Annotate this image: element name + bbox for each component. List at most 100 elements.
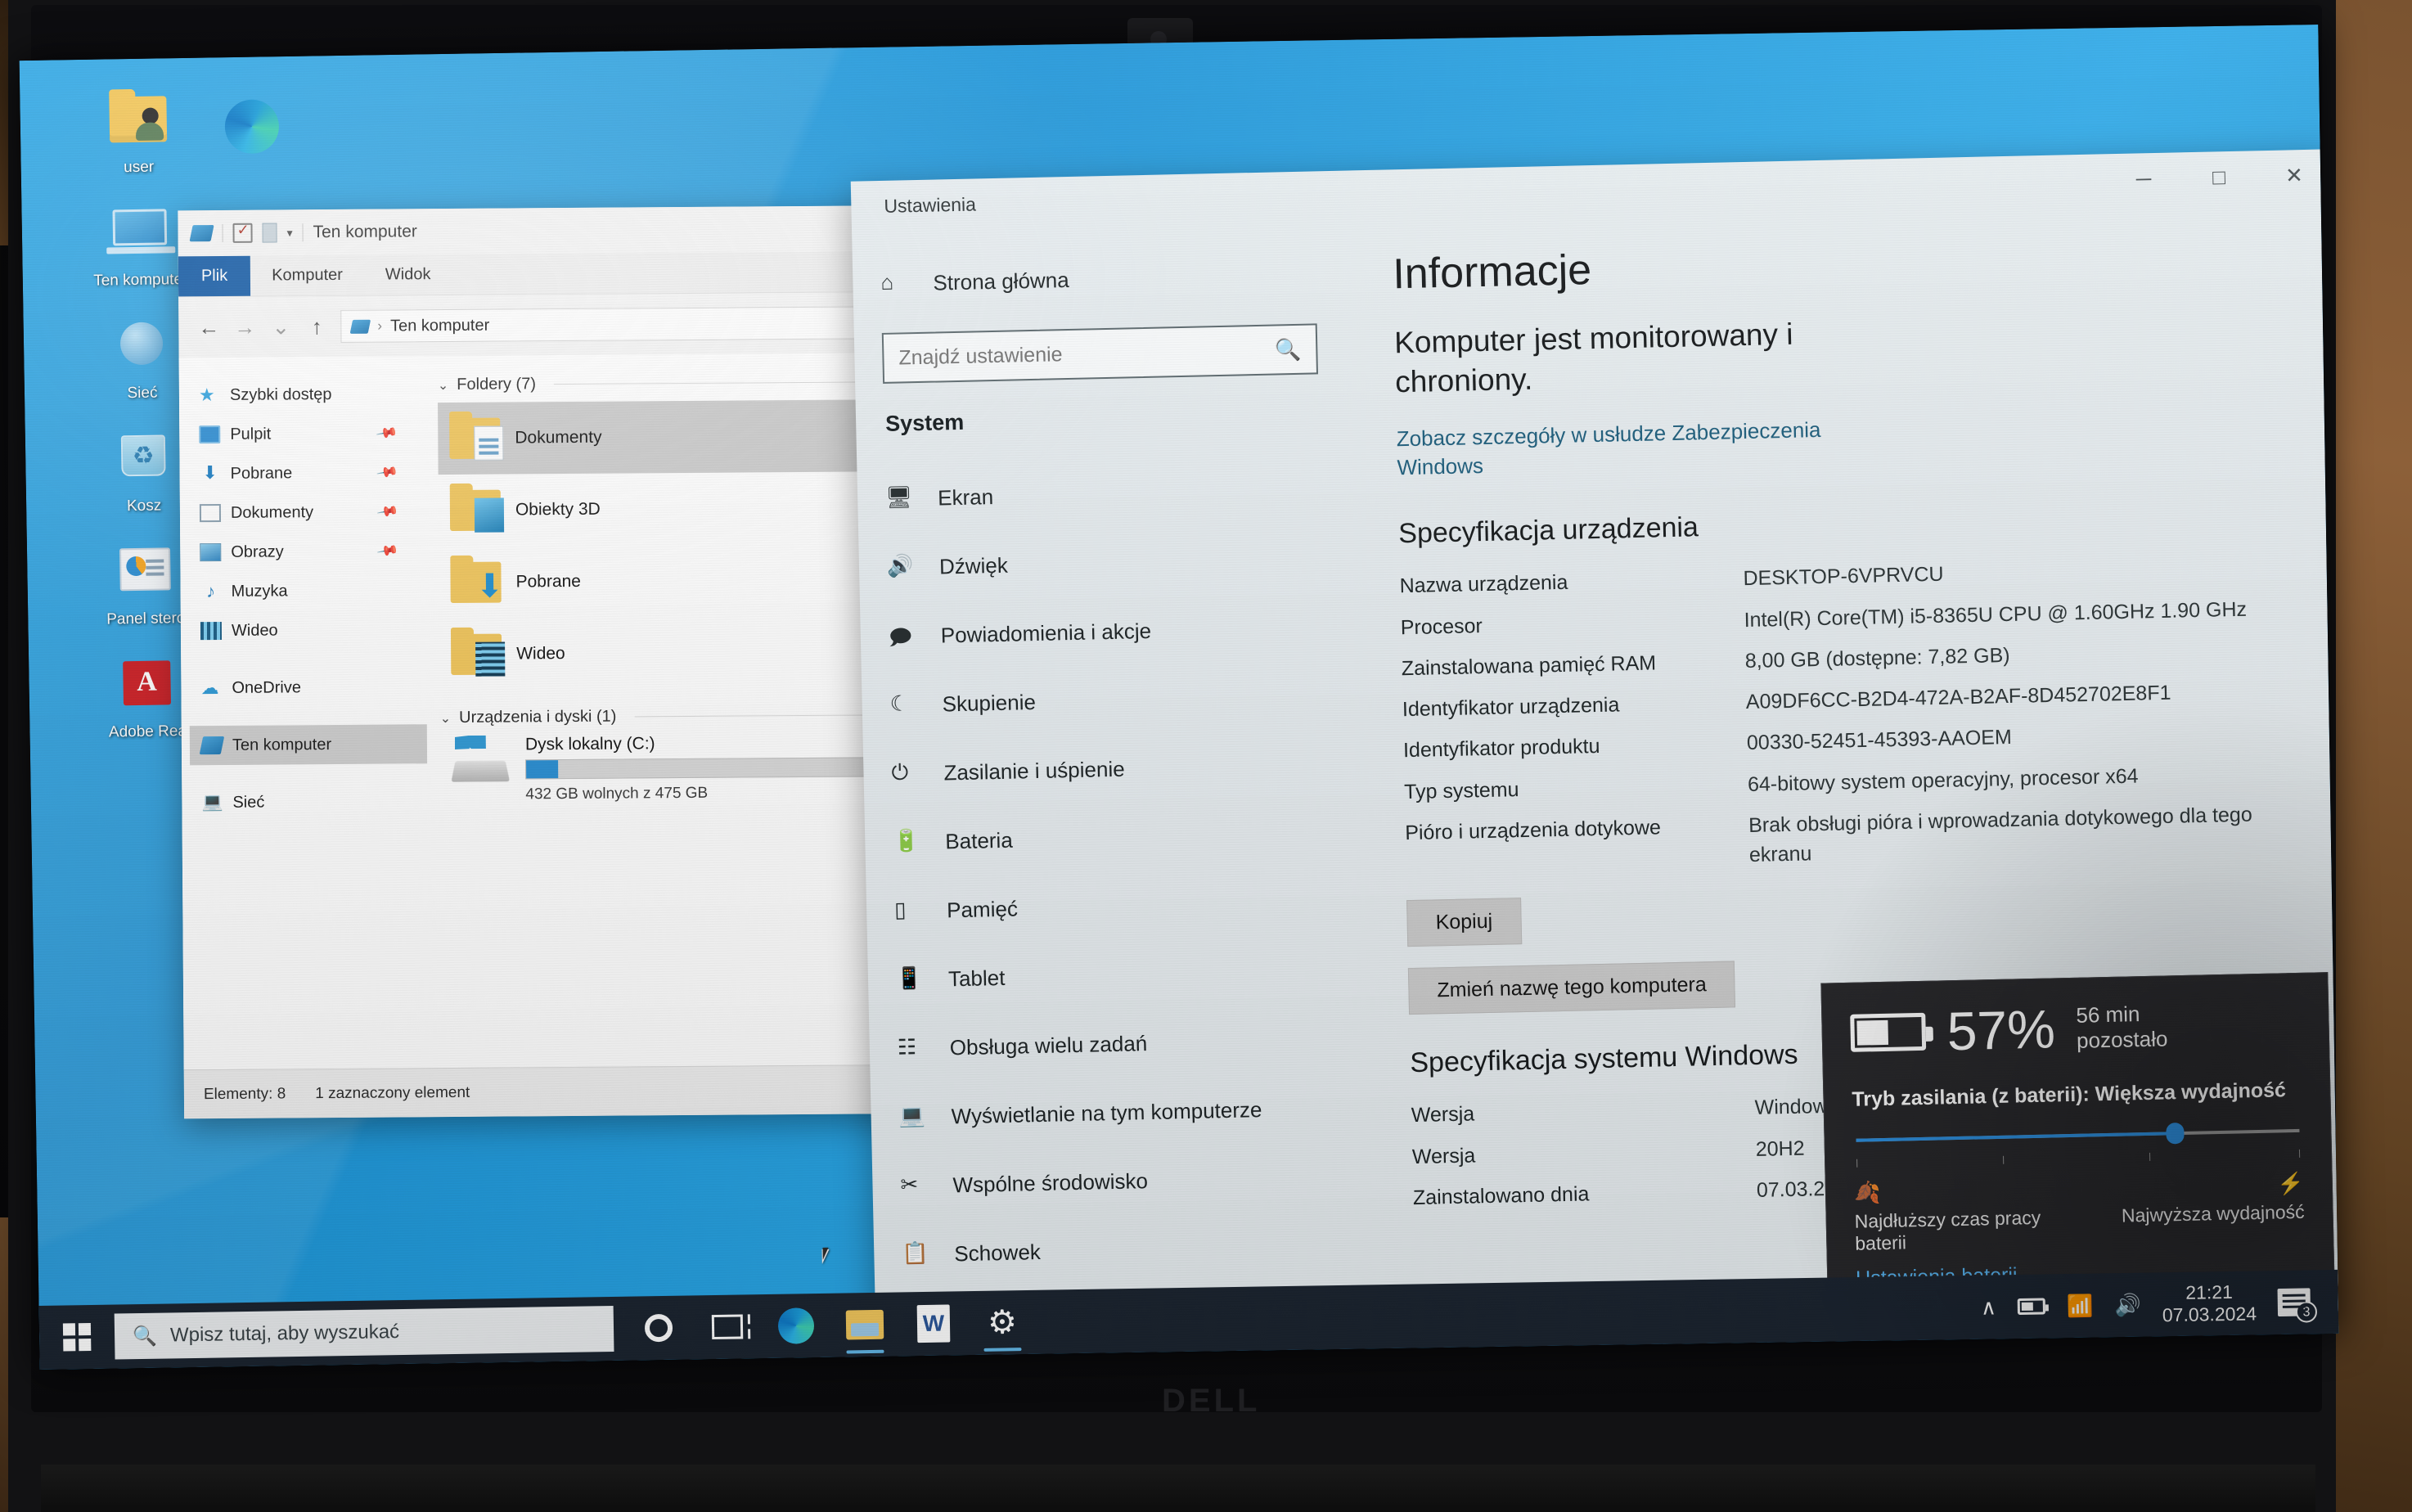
display-icon: 🖥 — [884, 484, 913, 510]
wifi-icon[interactable]: 📶 — [2067, 1293, 2094, 1319]
file-explorer-window[interactable]: ▾ Ten komputer Plik Komputer Widok ← → ⌄… — [178, 205, 905, 1119]
folder-icon — [449, 417, 504, 461]
tree-item-label: Muzyka — [231, 581, 288, 601]
spec-value: A09DF6CC-B2D4-472A-B2AF-8D452702E8F1 — [1745, 681, 2171, 714]
recent-locations-button[interactable]: ⌄ — [268, 314, 293, 340]
minimize-button[interactable]: ─ — [2105, 152, 2181, 205]
this-pc-icon — [199, 736, 225, 755]
search-input[interactable] — [898, 338, 1276, 371]
cortana-button[interactable] — [628, 1296, 689, 1361]
up-button[interactable]: ↑ — [304, 314, 329, 340]
multitasking-icon: ☷ — [897, 1034, 917, 1060]
tab-widok[interactable]: Widok — [364, 254, 452, 295]
tree-item-downloads[interactable]: ⬇ Pobrane 📌 — [187, 452, 425, 493]
protection-status-heading: Komputer jest monitorowany i chroniony. — [1393, 317, 1793, 399]
sidebar-item-label: Wspólne środowisko — [952, 1168, 1149, 1197]
tree-item-this-pc[interactable]: Ten komputer — [189, 724, 428, 766]
sidebar-item-obsluga-wielu-zadan[interactable]: ☷ Obsługa wielu zadań — [897, 1005, 1334, 1083]
tab-plik[interactable]: Plik — [178, 255, 251, 297]
sidebar-item-label: Schowek — [954, 1239, 1042, 1266]
settings-search[interactable]: 🔍 — [881, 323, 1319, 384]
tree-item-desktop[interactable]: Pulpit 📌 — [187, 413, 425, 454]
local-disk-icon — [451, 736, 511, 782]
back-button[interactable]: ← — [196, 314, 221, 340]
sidebar-item-ekran[interactable]: 🖥 Ekran — [884, 455, 1321, 533]
spec-row: Zainstalowana pamięć RAM 8,00 GB (dostęp… — [1401, 634, 2293, 683]
word-button[interactable] — [902, 1291, 964, 1356]
sidebar-item-wspolne-srodowisko[interactable]: ✂ Wspólne środowisko — [900, 1142, 1337, 1221]
tree-item-pictures[interactable]: Obrazy 📌 — [188, 531, 425, 572]
list-item[interactable]: Wideo — [439, 615, 880, 691]
desktop-icon — [199, 425, 221, 444]
list-item-label: Dokumenty — [515, 427, 602, 448]
copy-button[interactable]: Kopiuj — [1406, 898, 1522, 947]
power-mode-slider[interactable] — [1856, 1120, 2300, 1151]
home-icon: ⌂ — [880, 269, 894, 295]
action-center-button[interactable]: 3 — [2277, 1288, 2318, 1323]
sidebar-item-tablet[interactable]: 📱 Tablet — [895, 936, 1332, 1015]
sidebar-item-label: Bateria — [945, 827, 1014, 853]
this-pc-icon — [349, 319, 371, 334]
video-icon — [200, 621, 223, 641]
photograph-of-laptop: DELL user Ten komputer Sieć ♻ Kosz Panel… — [0, 0, 2412, 1512]
tree-item-music[interactable]: ♪ Muzyka — [188, 570, 425, 611]
sidebar-item-dzwiek[interactable]: 🔊 Dźwięk — [886, 524, 1323, 602]
start-button[interactable] — [39, 1305, 115, 1370]
rename-pc-button[interactable]: Zmień nazwę tego komputera — [1407, 961, 1736, 1015]
file-explorer-button[interactable] — [834, 1293, 895, 1357]
battery-flyout[interactable]: 57% 56 min pozostało Tryb zasilania (z b… — [1820, 972, 2335, 1311]
sidebar-item-wyswietlanie[interactable]: 💻 Wyświetlanie na tym komputerze — [898, 1073, 1335, 1152]
chevron-down-icon[interactable]: ▾ — [287, 226, 293, 240]
tree-item-quick-access[interactable]: ★ Szybki dostęp — [187, 374, 425, 415]
mouse-cursor — [821, 1249, 837, 1264]
spec-key: Pióro i urządzenia dotykowe — [1404, 816, 1662, 845]
file-explorer-icon — [845, 1309, 884, 1340]
list-item[interactable]: ⬇ Pobrane — [439, 543, 880, 619]
windows-desktop[interactable]: user Ten komputer Sieć Kosz — [19, 25, 2339, 1370]
taskbar-clock[interactable]: 21:21 07.03.2024 — [2162, 1280, 2257, 1326]
spec-key: Wersja — [1411, 1102, 1475, 1127]
tab-komputer[interactable]: Komputer — [250, 255, 364, 296]
tree-item-videos[interactable]: Wideo — [189, 610, 426, 650]
spec-key: Nazwa urządzenia — [1399, 571, 1568, 598]
chevron-up-icon[interactable]: ∧ — [1981, 1294, 1997, 1320]
slider-thumb[interactable] — [2166, 1122, 2185, 1145]
tree-item-onedrive[interactable]: ☁ OneDrive — [189, 667, 426, 708]
task-view-button[interactable] — [696, 1294, 758, 1359]
spec-key: Wersja — [1411, 1144, 1476, 1168]
sidebar-item-zasilanie[interactable]: ⏻ Zasilanie i uśpienie — [891, 730, 1328, 808]
edge-button[interactable] — [765, 1294, 826, 1358]
settings-sidebar: ⌂ Strona główna 🔍 System 🖥 Ekran — [852, 222, 1366, 1343]
list-item[interactable]: Dokumenty — [438, 399, 879, 475]
sidebar-item-skupienie[interactable]: ☾ Skupienie — [889, 661, 1326, 740]
sidebar-item-powiadomienia[interactable]: 🗩 Powiadomienia i akcje — [888, 592, 1325, 671]
security-details-link[interactable]: Zobacz szczegóły w usłudze Zabezpieczeni… — [1396, 414, 1912, 483]
properties-icon[interactable] — [232, 223, 253, 243]
address-bar[interactable]: › Ten komputer — [340, 306, 881, 343]
desktop-icon-user[interactable]: user — [64, 95, 213, 178]
pin-icon: 📌 — [375, 421, 399, 444]
spec-key: Typ systemu — [1403, 777, 1519, 803]
search-icon: 🔍 — [1274, 336, 1302, 362]
new-folder-icon[interactable] — [262, 223, 277, 243]
settings-button[interactable]: ⚙ — [971, 1290, 1033, 1355]
forward-button[interactable]: → — [232, 314, 257, 340]
tray-battery-icon[interactable] — [2017, 1298, 2046, 1315]
sidebar-item-pamiec[interactable]: ▯ Pamięć — [893, 867, 1330, 946]
spec-row: Typ systemu 64-bitowy system operacyjny,… — [1404, 758, 2297, 807]
list-item[interactable]: Obiekty 3D — [439, 471, 880, 547]
drive-item-c[interactable]: Dysk lokalny (C:) 432 GB wolnych z 475 G… — [440, 732, 881, 804]
list-item-label: Obiekty 3D — [515, 499, 601, 520]
tree-item-documents[interactable]: Dokumenty 📌 — [188, 492, 425, 533]
group-header-drives[interactable]: ⌄ Urządzenia i dyski (1) — [440, 705, 880, 727]
sidebar-item-home[interactable]: ⌂ Strona główna — [880, 240, 1317, 318]
volume-icon[interactable]: 🔊 — [2114, 1292, 2141, 1318]
group-header-folders[interactable]: ⌄ Foldery (7) — [438, 372, 878, 394]
tree-item-network[interactable]: 💻 Sieć — [190, 781, 427, 822]
maximize-button[interactable]: □ — [2180, 151, 2257, 203]
breadcrumb-separator-icon: › — [377, 317, 383, 334]
sidebar-item-schowek[interactable]: 📋 Schowek — [901, 1211, 1338, 1289]
taskbar-search-box[interactable]: 🔍 Wpisz tutaj, aby wyszukać — [114, 1305, 614, 1360]
desktop-icon-edge[interactable] — [224, 96, 280, 155]
sidebar-item-bateria[interactable]: 🔋 Bateria — [892, 799, 1329, 877]
